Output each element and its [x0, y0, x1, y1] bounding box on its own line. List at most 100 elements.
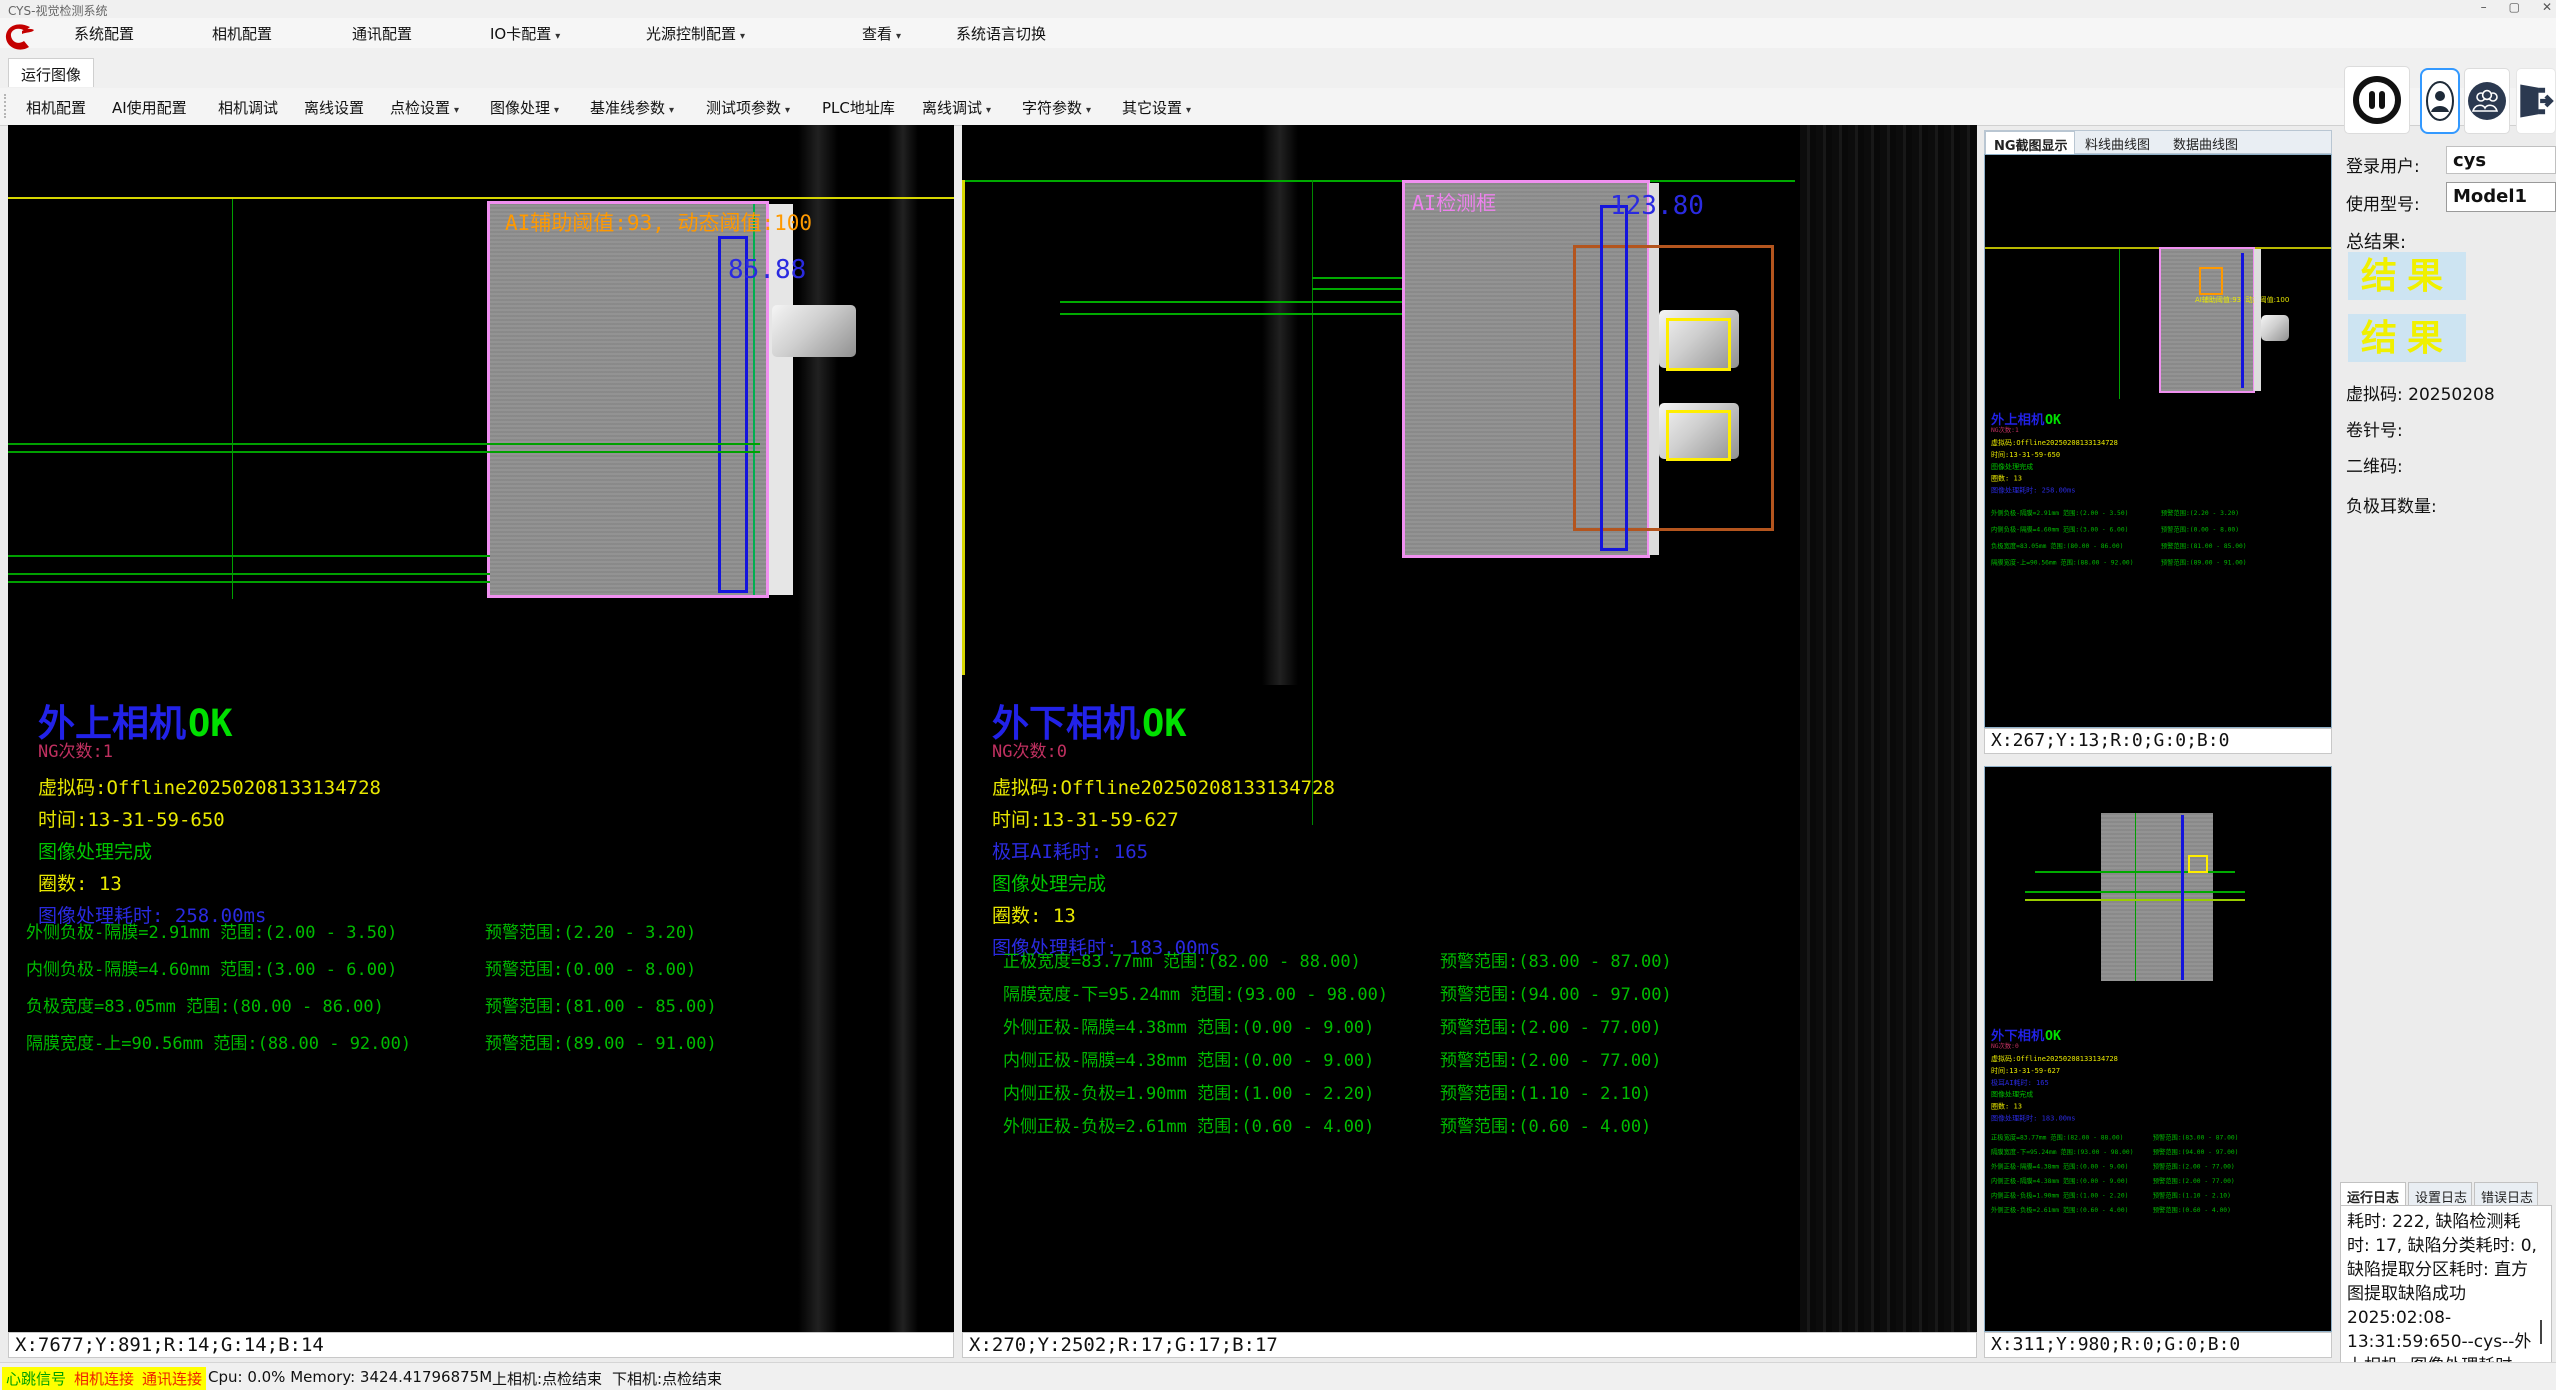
loop-count-line: 圈数: 13	[992, 900, 1335, 932]
process-done-line: 图像处理完成	[38, 836, 381, 868]
tool-spot-check-setting[interactable]: 点检设置▾	[390, 97, 459, 118]
menu-light-control-config[interactable]: 光源控制配置▾	[646, 23, 745, 44]
camera-right-coord-bar: X:270;Y:2502;R:17;G:17;B:17	[962, 1332, 1977, 1358]
tab-run-log[interactable]: 运行日志	[2340, 1182, 2406, 1206]
close-icon[interactable]: ✕	[2542, 0, 2552, 18]
login-user-field[interactable]: cys	[2446, 146, 2556, 174]
tool-camera-config[interactable]: 相机配置	[26, 97, 86, 118]
camera-left-coord-bar: X:7677;Y:891;R:14;G:14;B:14	[8, 1332, 954, 1358]
menu-system-config[interactable]: 系统配置	[74, 23, 134, 44]
green-measure-line	[1312, 288, 1402, 290]
preview-panel-upper[interactable]: AI辅助阈值:93, 动态阈值:100 外上相机OK NG次数:1 虚拟码:Of…	[1984, 154, 2332, 728]
preview-lower-coord-bar: X:311;Y:980;R:0;G:0;B:0	[1984, 1332, 2332, 1358]
tool-image-process[interactable]: 图像处理▾	[490, 97, 559, 118]
app-window: CYS-视觉检测系统 – ▢ ✕ 系统配置 相机配置 通讯配置 IO卡配置▾ 光…	[0, 0, 2556, 1390]
tool-baseline-params[interactable]: 基准线参数▾	[590, 97, 674, 118]
current-user-button[interactable]	[2420, 68, 2460, 134]
yellow-baseline	[8, 197, 954, 199]
camera-right-viewport[interactable]: AI检测框 123.80 外下相机OK NG次数:0 虚拟码:Offline20…	[962, 125, 1977, 1332]
blue-measure-box	[718, 236, 748, 593]
model-field[interactable]: Model1	[2446, 182, 2556, 212]
chevron-down-icon: ▾	[554, 105, 559, 116]
measurement-row: 内侧正极-负极=1.90mm 范围:(1.00 - 2.20)预警范围:(1.1…	[1003, 1079, 1651, 1104]
tab-metal-blob	[772, 305, 856, 357]
cpu-memory-status: Cpu: 0.0% Memory: 3424.41796875M	[208, 1368, 492, 1386]
preview-tab-strip: NG截图显示 料线曲线图 数据曲线图	[1984, 130, 2332, 154]
menu-comm-config[interactable]: 通讯配置	[352, 23, 412, 44]
process-done-line: 图像处理完成	[992, 868, 1335, 900]
measurement-row: 隔膜宽度-上=90.56mm 范围:(88.00 - 92.00)预警范围:(8…	[26, 1029, 717, 1054]
preview-panel-lower[interactable]: 外下相机OK NG次数:0 虚拟码:Offline202502081331347…	[1984, 766, 2332, 1332]
menu-view[interactable]: 查看▾	[862, 23, 901, 44]
result-box-lower: 结果	[2348, 314, 2466, 362]
time-line: 时间:13-31-59-627	[992, 804, 1335, 836]
chevron-down-icon: ▾	[1186, 105, 1191, 116]
maximize-icon[interactable]: ▢	[2509, 0, 2520, 18]
chevron-down-icon: ▾	[1086, 105, 1091, 116]
image-band	[1262, 125, 1298, 685]
tab-setting-log[interactable]: 设置日志	[2408, 1182, 2472, 1206]
user-icon	[2425, 80, 2455, 122]
machinery-region	[1800, 125, 1977, 1332]
login-user-label: 登录用户:	[2346, 152, 2420, 177]
blue-measure-line	[2181, 815, 2184, 980]
tab-data-curve[interactable]: 数据曲线图	[2165, 131, 2251, 154]
minimize-icon[interactable]: –	[2481, 0, 2487, 18]
green-measure-line	[1312, 277, 1402, 279]
tab-error-log[interactable]: 错误日志	[2474, 1182, 2538, 1206]
measure-value-overlay: 123.80	[1610, 191, 1704, 221]
tab-metal-blob	[2261, 315, 2289, 341]
ai-frame-label: AI检测框	[1412, 187, 1496, 216]
green-baseline	[965, 180, 1795, 182]
pause-button[interactable]	[2344, 66, 2410, 134]
tool-plc-address-lib[interactable]: PLC地址库	[822, 97, 895, 118]
measure-value-overlay: 85.88	[728, 255, 806, 285]
green-measure-line	[8, 443, 760, 445]
tool-char-params[interactable]: 字符参数▾	[1022, 97, 1091, 118]
camera-left-viewport[interactable]: AI辅助阈值:93, 动态阈值:100 85.88 外上相机OK NG次数:1 …	[8, 125, 954, 1332]
titlebar: CYS-视觉检测系统 – ▢ ✕	[0, 0, 2556, 18]
exit-button[interactable]	[2516, 68, 2556, 134]
yellow-tab-box	[1666, 410, 1731, 461]
image-band	[888, 125, 918, 1332]
menu-language-switch[interactable]: 系统语言切换	[956, 23, 1046, 44]
mini-status-block: 外上相机OK NG次数:1 虚拟码:Offline202502081331347…	[1991, 413, 2332, 567]
tool-test-item-params[interactable]: 测试项参数▾	[706, 97, 790, 118]
green-guide-line	[232, 199, 233, 599]
model-label: 使用型号:	[2346, 190, 2420, 215]
text-cursor	[2540, 1320, 2542, 1344]
roll-needle-label: 卷针号:	[2346, 416, 2403, 441]
camera-left-status-block: 外上相机OK NG次数:1 虚拟码:Offline202502081331347…	[38, 705, 381, 932]
qr-code-label: 二维码:	[2346, 452, 2403, 477]
camera-result: OK	[1142, 702, 1187, 745]
tool-other-settings[interactable]: 其它设置▾	[1122, 97, 1191, 118]
ai-time-line: 极耳AI耗时: 165	[992, 836, 1335, 868]
total-result-label: 总结果:	[2346, 228, 2406, 254]
blue-measure-line	[2241, 253, 2244, 388]
measurement-row: 外侧正极-负极=2.61mm 范围:(0.60 - 4.00)预警范围:(0.6…	[1003, 1112, 1651, 1137]
user-manage-button[interactable]	[2464, 68, 2510, 134]
statusbar: 心跳信号 相机连接 通讯连接 Cpu: 0.0% Memory: 3424.41…	[0, 1362, 2556, 1390]
preview-upper-coord-bar: X:267;Y:13;R:0;G:0;B:0	[1984, 728, 2332, 754]
camera-result: OK	[188, 702, 233, 745]
tool-ai-use-config[interactable]: AI使用配置	[112, 97, 187, 118]
upper-camera-check-status: 上相机:点检结束	[492, 1368, 602, 1389]
measurement-row: 外侧负极-隔膜=2.91mm 范围:(2.00 - 3.50)预警范围:(2.2…	[26, 918, 696, 943]
tool-offline-debug[interactable]: 离线调试▾	[922, 97, 991, 118]
yellow-tab-box	[1666, 318, 1731, 371]
tab-material-curve[interactable]: 料线曲线图	[2077, 131, 2163, 154]
menu-io-card-config[interactable]: IO卡配置▾	[490, 23, 560, 44]
tool-camera-debug[interactable]: 相机调试	[218, 97, 278, 118]
tab-ng-screenshot[interactable]: NG截图显示	[1985, 131, 2075, 154]
tab-run-image[interactable]: 运行图像	[8, 58, 94, 87]
tool-offline-setting[interactable]: 离线设置	[304, 97, 364, 118]
camera-link-status-badge: 相机连接	[70, 1367, 138, 1390]
measurement-row: 内侧正极-隔膜=4.38mm 范围:(0.00 - 9.00)预警范围:(2.0…	[1003, 1046, 1662, 1071]
blue-measure-box	[1600, 205, 1628, 551]
measurement-row: 负极宽度=83.05mm 范围:(80.00 - 86.00)预警范围:(81.…	[26, 992, 717, 1017]
loop-count-line: 圈数: 13	[38, 868, 381, 900]
yellow-tab-box	[2188, 855, 2208, 873]
time-line: 时间:13-31-59-650	[38, 804, 381, 836]
chevron-down-icon: ▾	[555, 31, 560, 42]
menu-camera-config[interactable]: 相机配置	[212, 23, 272, 44]
